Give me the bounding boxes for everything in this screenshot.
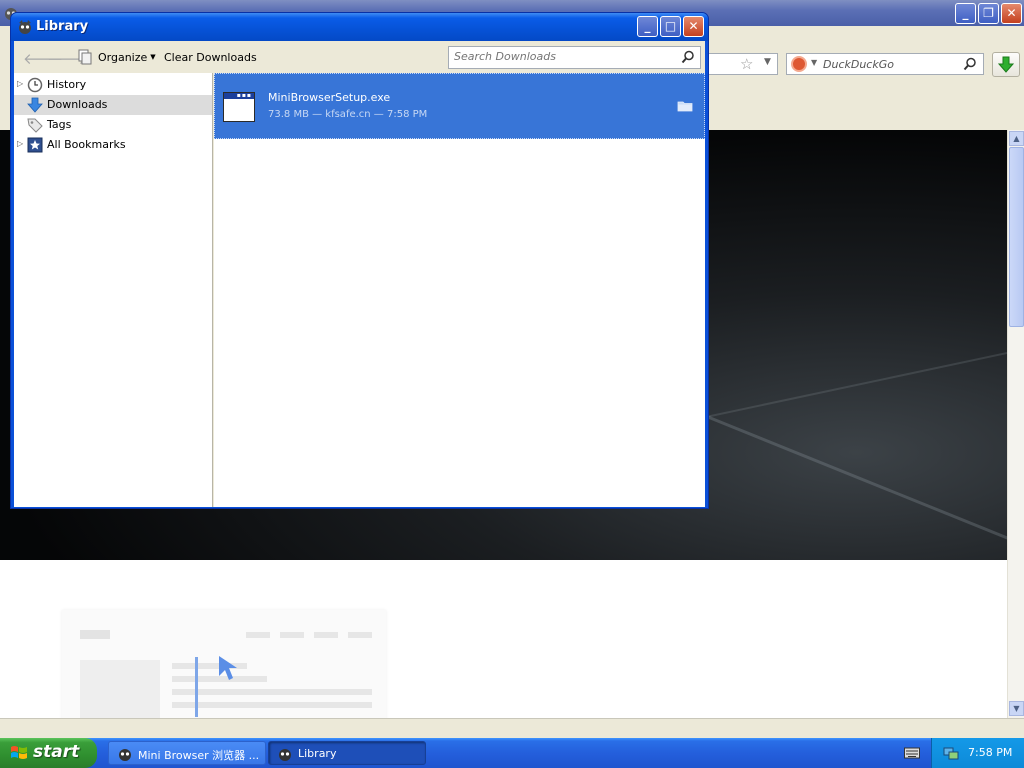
minimize-button[interactable]: _ xyxy=(955,3,976,24)
executable-file-icon: ▪▪▪ xyxy=(223,92,255,122)
library-body: 🡐 🡒 Organize▼ Clear Downloads ▷ xyxy=(14,41,705,507)
organize-label: Organize xyxy=(98,51,148,64)
sidebar-item-label: Downloads xyxy=(47,98,108,111)
dropdown-arrow-icon[interactable]: ▼ xyxy=(764,57,771,67)
scroll-up-icon[interactable]: ▲ xyxy=(1009,131,1024,146)
search-downloads-field[interactable] xyxy=(448,46,701,69)
library-sidebar: ▷ History Downloads Tags ▷ All Bookmarks xyxy=(14,73,213,507)
download-filename: MiniBrowserSetup.exe xyxy=(268,91,391,104)
chevron-down-icon: ▼ xyxy=(811,58,818,67)
restore-button[interactable]: ❐ xyxy=(978,3,999,24)
search-engine-placeholder: DuckDuckGo xyxy=(823,58,894,71)
page-illustration xyxy=(62,610,386,718)
history-clock-icon xyxy=(27,77,43,93)
system-tray: 7:58 PM xyxy=(931,738,1024,768)
tag-icon xyxy=(27,118,43,133)
sidebar-item-all-bookmarks[interactable]: ▷ All Bookmarks xyxy=(14,135,212,155)
sidebar-item-history[interactable]: ▷ History xyxy=(14,75,212,95)
start-button[interactable]: start xyxy=(0,738,97,768)
search-icon[interactable] xyxy=(963,57,977,71)
expand-arrow-icon[interactable]: ▷ xyxy=(17,79,23,88)
expand-arrow-icon[interactable]: ▷ xyxy=(17,139,23,148)
library-titlebar[interactable]: Library _ □ ✕ xyxy=(11,13,708,41)
sidebar-item-tags[interactable]: Tags xyxy=(14,115,212,135)
bookmark-star-icon xyxy=(27,137,43,153)
scrollbar-thumb[interactable] xyxy=(1009,147,1024,327)
browser-statusbar xyxy=(0,718,1024,738)
page-scrollbar[interactable]: ▲ ▼ xyxy=(1007,130,1024,718)
chevron-down-icon: ▼ xyxy=(150,53,156,61)
library-minimize-button[interactable]: _ xyxy=(637,16,658,37)
downloads-list: ▪▪▪ MiniBrowserSetup.exe 73.8 MB — kfsaf… xyxy=(214,73,705,507)
organize-icon xyxy=(78,49,92,65)
library-window: Library _ □ ✕ 🡐 🡒 Organize ▼ Clear Downlo… xyxy=(10,12,709,509)
cursor-icon xyxy=(219,656,237,680)
network-icon[interactable] xyxy=(943,745,959,761)
taskbar: start Mini Browser 浏览器 ... Library 7:58 … xyxy=(0,738,1024,768)
sidebar-item-label: Tags xyxy=(47,118,72,131)
close-button[interactable]: ✕ xyxy=(1001,3,1022,24)
raccoon-app-icon xyxy=(279,749,291,761)
sidebar-item-downloads[interactable]: Downloads xyxy=(14,95,212,115)
taskbar-button-label: Mini Browser 浏览器 ... xyxy=(138,749,260,762)
keyboard-icon[interactable] xyxy=(904,746,920,760)
search-downloads-input[interactable] xyxy=(454,50,674,63)
raccoon-app-icon xyxy=(19,20,31,34)
taskbar-button-library[interactable]: Library xyxy=(268,741,426,765)
windows-flag-icon xyxy=(11,746,27,759)
address-bar[interactable]: ☆ ▼ xyxy=(706,53,778,75)
download-arrow-icon xyxy=(997,56,1015,73)
raccoon-app-icon xyxy=(119,749,131,761)
system-clock: 7:58 PM xyxy=(968,746,1013,759)
library-maximize-button[interactable]: □ xyxy=(660,16,681,37)
sidebar-item-label: All Bookmarks xyxy=(47,138,126,151)
clear-downloads-button[interactable]: Clear Downloads xyxy=(161,48,260,68)
library-title: Library xyxy=(36,19,89,34)
taskbar-button-mini-browser[interactable]: Mini Browser 浏览器 ... xyxy=(108,741,266,765)
bookmark-star-icon[interactable]: ☆ xyxy=(740,55,753,73)
download-meta: 73.8 MB — kfsafe.cn — 7:58 PM xyxy=(268,109,428,120)
download-item[interactable]: ▪▪▪ MiniBrowserSetup.exe 73.8 MB — kfsaf… xyxy=(214,73,705,139)
search-icon[interactable] xyxy=(681,50,695,64)
download-arrow-icon xyxy=(27,97,43,113)
scroll-down-icon[interactable]: ▼ xyxy=(1009,701,1024,716)
library-close-button[interactable]: ✕ xyxy=(683,16,704,37)
library-toolbar: 🡐 🡒 Organize ▼ Clear Downloads xyxy=(14,41,705,73)
open-folder-icon[interactable] xyxy=(677,99,693,113)
downloads-button[interactable] xyxy=(992,52,1020,77)
start-label: start xyxy=(33,742,80,762)
browser-search-box[interactable]: ▼ DuckDuckGo xyxy=(786,53,984,75)
taskbar-button-label: Library xyxy=(298,747,337,760)
organize-button[interactable]: Organize ▼ xyxy=(76,48,160,68)
duckduckgo-icon[interactable] xyxy=(791,56,807,72)
sidebar-item-label: History xyxy=(47,78,87,91)
